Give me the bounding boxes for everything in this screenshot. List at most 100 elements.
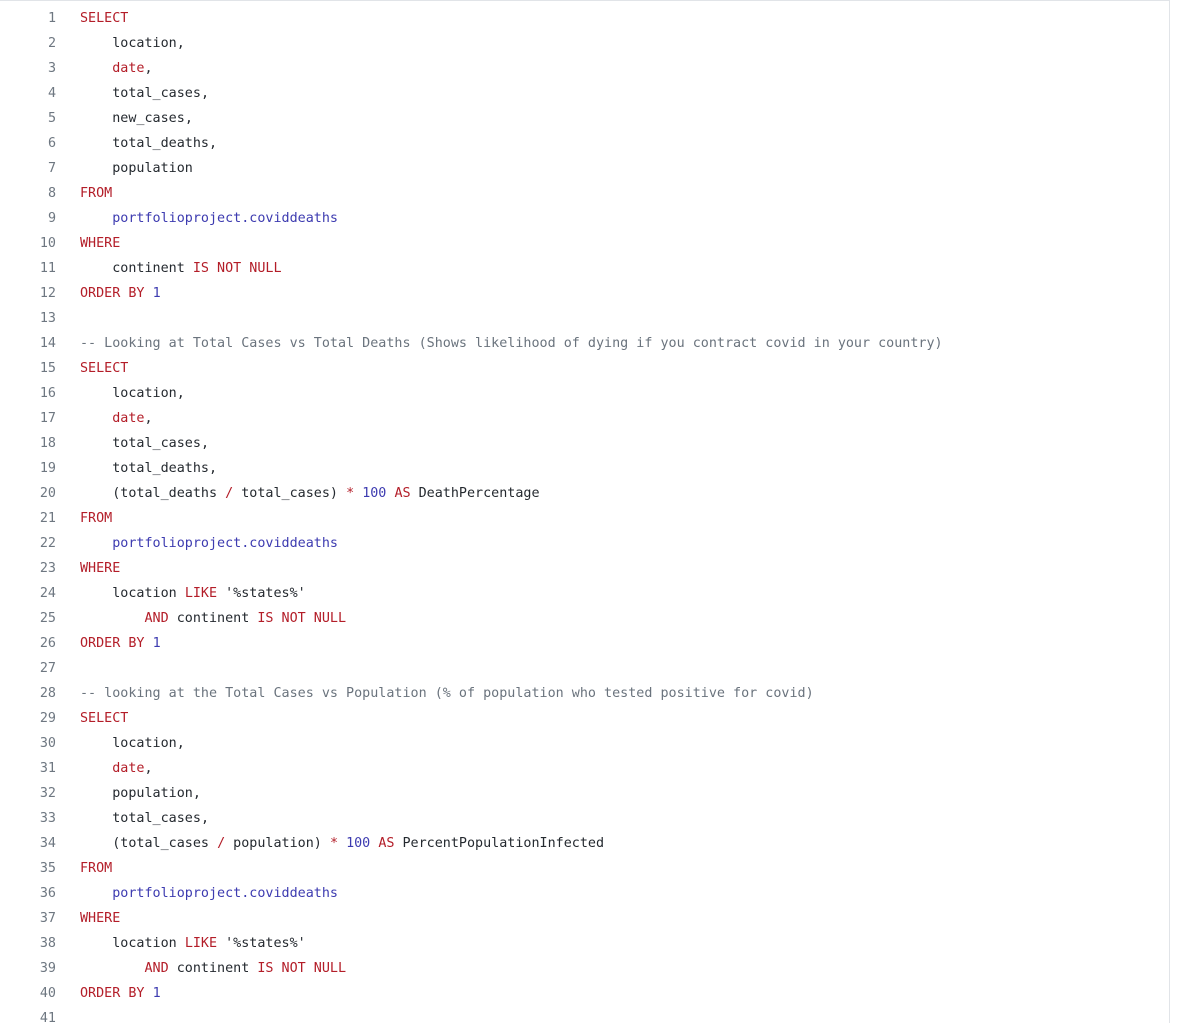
code-token: , — [176, 36, 185, 51]
line-number: 12 — [39, 286, 56, 301]
code-line: 8 FROM — [0, 181, 1168, 206]
code-token: (total_deaths — [112, 486, 226, 501]
line-code: AND continent IS NOT NULL — [56, 956, 347, 981]
line-number: 34 — [39, 836, 56, 851]
code-token: IS NOT NULL — [192, 261, 282, 276]
code-line: 3 date, — [0, 56, 1168, 81]
line-number: 14 — [39, 336, 56, 351]
line-code: FROM — [56, 181, 112, 206]
line-code: location, — [56, 381, 185, 406]
line-number: 10 — [39, 236, 56, 251]
line-code: FROM — [56, 856, 112, 881]
code-token: continent — [168, 961, 258, 976]
line-number: 3 — [47, 61, 56, 76]
code-token: 100 — [346, 836, 371, 851]
code-token: SELECT — [80, 361, 129, 376]
code-view: 1 SELECT 2 location, 3 date, 4 total_cases, 5… — [0, 0, 1170, 1023]
code-lines: 1 SELECT 2 location, 3 date, 4 total_cases, 5… — [0, 6, 1168, 1023]
line-number: 9 — [47, 211, 56, 226]
code-token: , — [209, 461, 218, 476]
code-line: 5 new_cases, — [0, 106, 1168, 131]
code-line: 32 population, — [0, 781, 1168, 806]
code-token: total_cases — [112, 86, 201, 101]
code-token: AS — [394, 486, 411, 501]
code-token: WHERE — [80, 236, 121, 251]
line-number: 26 — [39, 636, 56, 651]
code-line: 9 portfolioproject.coviddeaths — [0, 206, 1168, 231]
code-token: 1 — [152, 636, 161, 651]
code-token: date — [112, 761, 145, 776]
code-token: total_cases — [112, 436, 201, 451]
line-number: 16 — [39, 386, 56, 401]
line-code: total_deaths, — [56, 456, 217, 481]
line-code: ORDER BY 1 — [56, 281, 161, 306]
line-number: 11 — [39, 261, 56, 276]
line-code: ORDER BY 1 — [56, 631, 161, 656]
code-token: location — [112, 386, 177, 401]
code-token: total_deaths — [112, 461, 209, 476]
line-number: 39 — [39, 961, 56, 976]
line-code: location LIKE '%states%' — [56, 931, 306, 956]
code-token: -- Looking at Total Cases vs Total Death… — [80, 336, 943, 351]
code-token: DeathPercentage — [410, 486, 540, 501]
code-token: , — [200, 436, 209, 451]
code-line: 17 date, — [0, 406, 1168, 431]
code-token: '%states%' — [225, 586, 306, 601]
line-code: portfolioproject.coviddeaths — [56, 206, 338, 231]
code-token: , — [176, 386, 185, 401]
line-code: portfolioproject.coviddeaths — [56, 531, 338, 556]
code-line: 26 ORDER BY 1 — [0, 631, 1168, 656]
code-token: portfolioproject.coviddeaths — [112, 536, 338, 551]
code-token: continent — [112, 261, 193, 276]
code-token: location — [112, 36, 177, 51]
code-token: date — [112, 61, 145, 76]
code-line: 33 total_cases, — [0, 806, 1168, 831]
code-token: ORDER BY — [80, 286, 153, 301]
line-code: SELECT — [56, 356, 128, 381]
code-token: '%states%' — [225, 936, 306, 951]
code-line: 23 WHERE — [0, 556, 1168, 581]
line-code: total_cases, — [56, 81, 209, 106]
code-token: ORDER BY — [80, 636, 153, 651]
line-number: 27 — [39, 661, 56, 676]
line-number: 23 — [39, 561, 56, 576]
line-number: 13 — [39, 311, 56, 326]
line-code: -- Looking at Total Cases vs Total Death… — [56, 331, 943, 356]
code-token: / — [225, 486, 234, 501]
line-code: date, — [56, 406, 152, 431]
code-line: 29 SELECT — [0, 706, 1168, 731]
code-token: new_cases — [112, 111, 185, 126]
code-token: population — [112, 161, 193, 176]
line-number: 15 — [39, 361, 56, 376]
code-token: location — [112, 586, 185, 601]
line-number: 8 — [47, 186, 56, 201]
code-token: ORDER BY — [80, 986, 153, 1001]
code-line: 22 portfolioproject.coviddeaths — [0, 531, 1168, 556]
line-code: portfolioproject.coviddeaths — [56, 881, 338, 906]
line-number: 41 — [39, 1011, 56, 1023]
line-number: 5 — [47, 111, 56, 126]
code-line: 18 total_cases, — [0, 431, 1168, 456]
code-line: 39 AND continent IS NOT NULL — [0, 956, 1168, 981]
code-token: 1 — [152, 986, 161, 1001]
code-line: 24 location LIKE '%states%' — [0, 581, 1168, 606]
